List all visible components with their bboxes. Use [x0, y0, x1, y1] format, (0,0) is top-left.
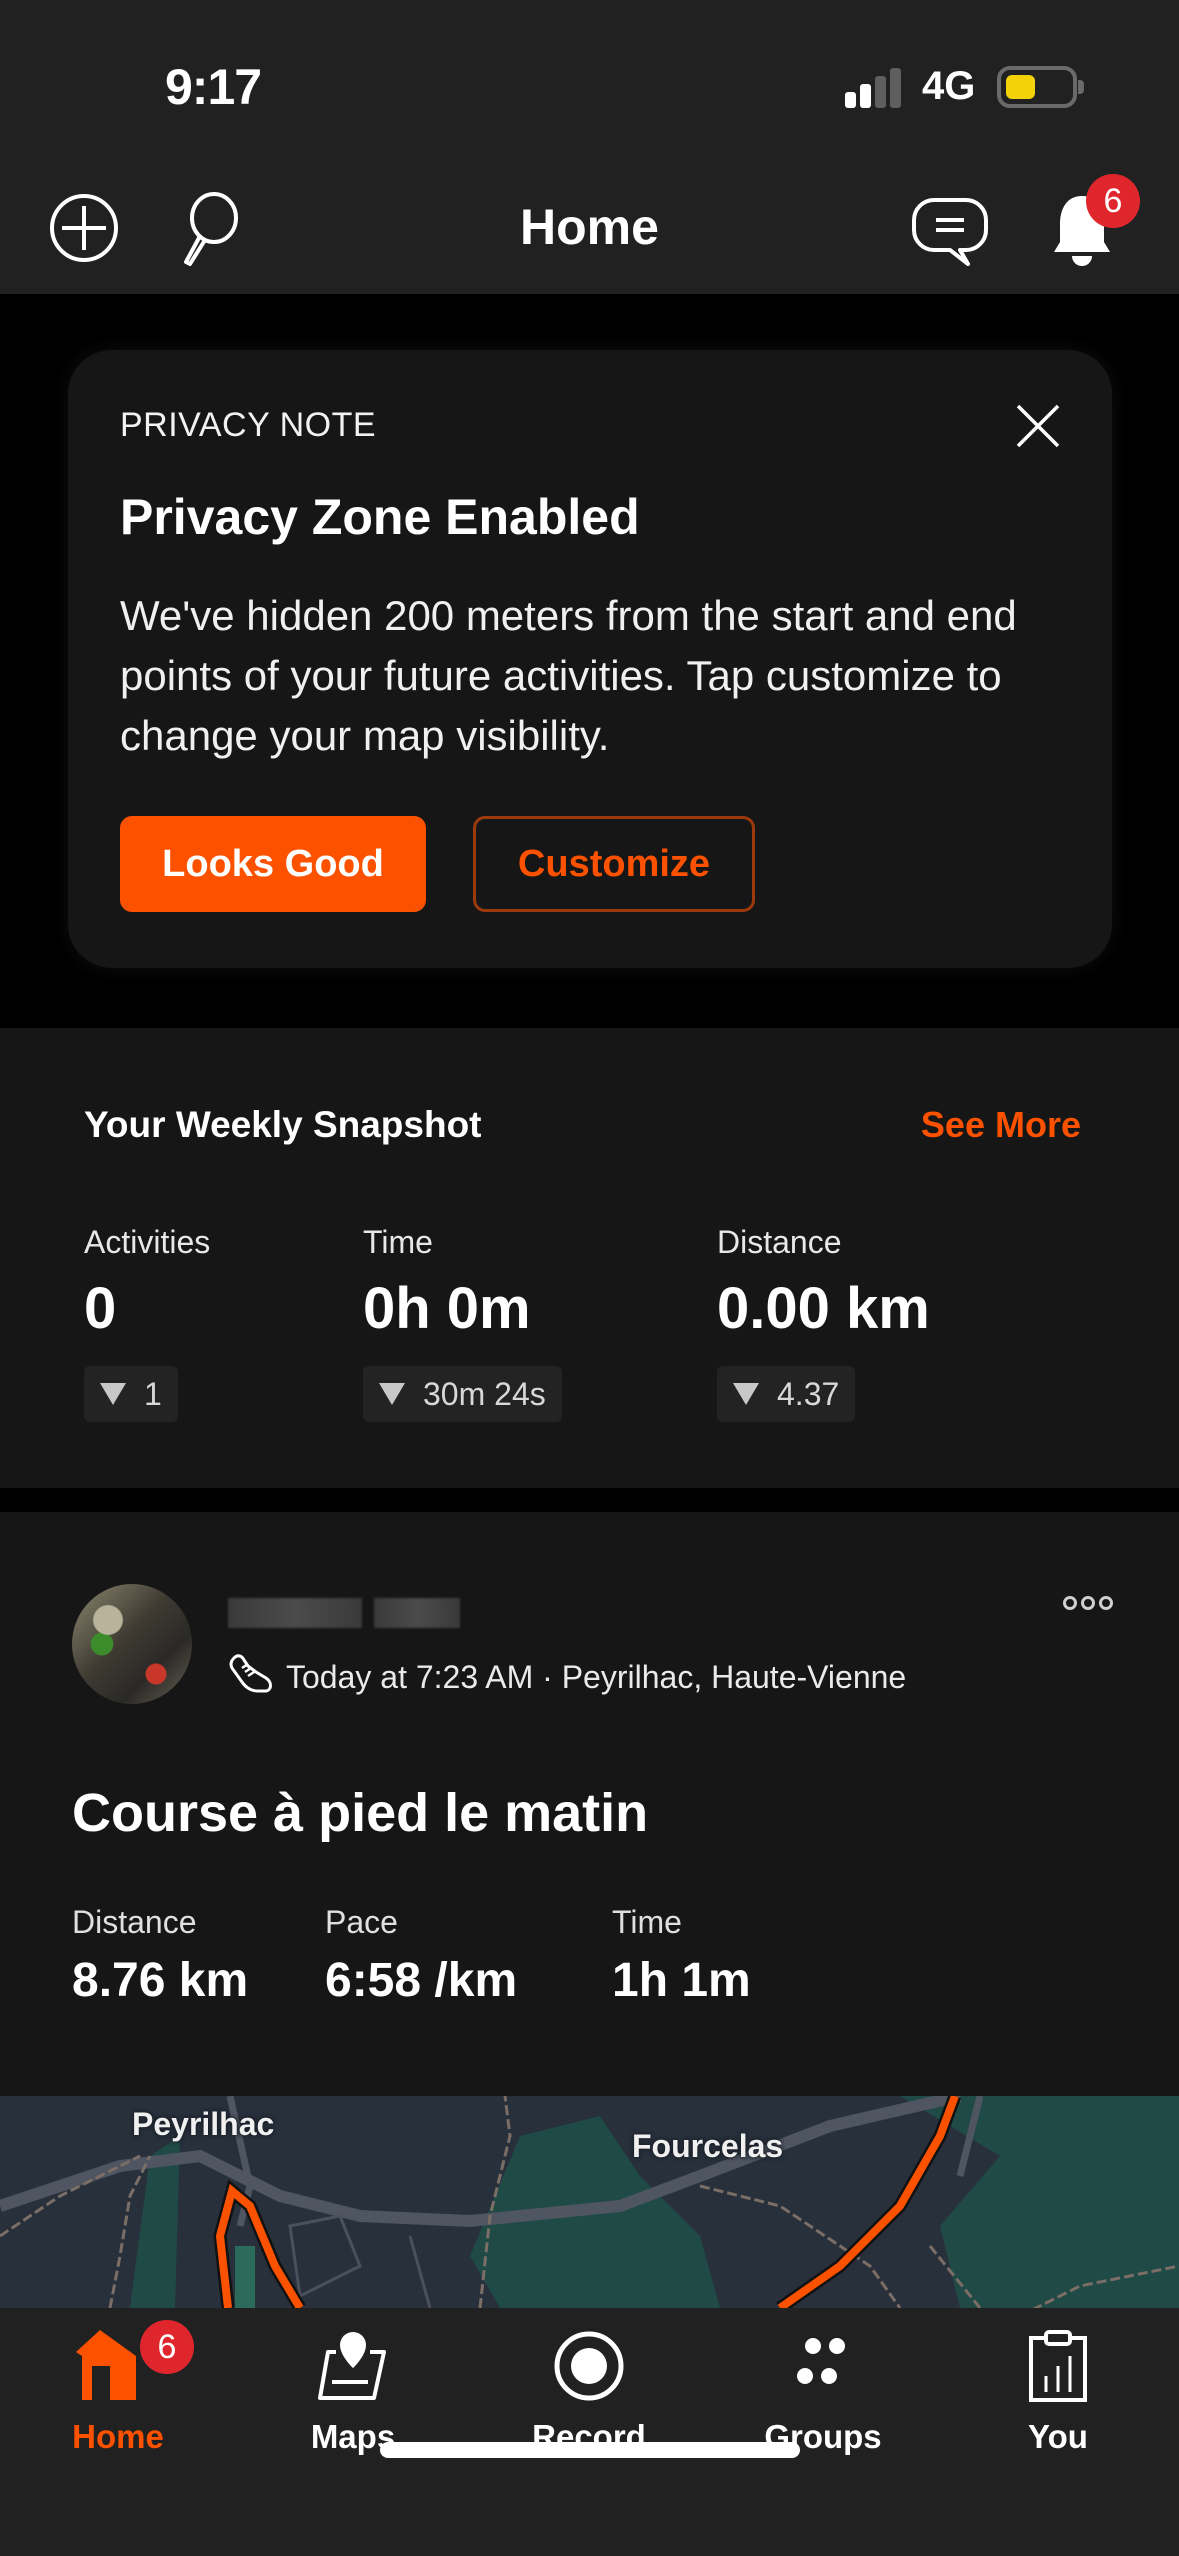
stat-label: Activities: [84, 1224, 211, 1260]
stat-delta: 30m 24s: [363, 1366, 562, 1422]
map-street: [288, 2214, 362, 2299]
activity-card[interactable]: Today at 7:23 AM · Peyrilhac, Haute-Vien…: [0, 1512, 1179, 2096]
clipboard-chart-icon: [1028, 2330, 1088, 2407]
map-label-peyrilhac: Peyrilhac: [132, 2106, 275, 2142]
tab-you[interactable]: You: [958, 2308, 1158, 2478]
privacy-body: We've hidden 200 meters from the start a…: [120, 592, 1017, 759]
snapshot-stat-distance: Distance 0.00 km 4.37: [717, 1224, 930, 1422]
stat-label: Time: [612, 1904, 682, 1940]
battery-level: [1006, 75, 1035, 99]
activity-stat-time: Time 1h 1m: [612, 1904, 751, 2008]
home-indicator[interactable]: [380, 2442, 800, 2458]
notification-badge: 6: [1086, 174, 1140, 228]
activity-title[interactable]: Course à pied le matin: [72, 1782, 648, 1844]
activity-stat-distance: Distance 8.76 km: [72, 1904, 248, 2008]
bottom-tab-bar: 6 Home Maps Record Groups You: [0, 2308, 1179, 2556]
page-title: Home: [520, 199, 659, 255]
athlete-name-redacted[interactable]: [374, 1598, 460, 1628]
tab-label: You: [1028, 2418, 1088, 2455]
stat-delta: 1: [84, 1366, 178, 1422]
route-outline: [776, 2096, 962, 2308]
home-badge: 6: [140, 2320, 194, 2374]
customize-button[interactable]: Customize: [473, 816, 755, 912]
privacy-section: PRIVACY NOTE Privacy Zone Enabled We've …: [0, 294, 1179, 1028]
network-type: 4G: [922, 64, 976, 108]
weekly-snapshot: Your Weekly Snapshot See More Activities…: [0, 1028, 1179, 1488]
athlete-name-redacted[interactable]: [228, 1598, 362, 1628]
status-bar: 9:17 4G: [0, 0, 1179, 170]
stat-value: 0.00 km: [717, 1276, 930, 1341]
tab-home[interactable]: 6 Home: [18, 2308, 218, 2478]
stat-label: Time: [363, 1224, 433, 1260]
snapshot-title: Your Weekly Snapshot: [84, 1104, 482, 1145]
activity-time-location: Today at 7:23 AM · Peyrilhac, Haute-Vien…: [286, 1658, 907, 1695]
section-divider: [0, 1488, 1179, 1512]
stat-delta: 4.37: [717, 1366, 856, 1422]
privacy-title: Privacy Zone Enabled: [120, 489, 640, 545]
stat-label: Distance: [72, 1904, 197, 1940]
see-more-link[interactable]: See More: [921, 1104, 1081, 1146]
tab-label: Home: [72, 2418, 164, 2455]
looks-good-button[interactable]: Looks Good: [120, 816, 426, 912]
map-label-fourcelas: Fourcelas: [632, 2128, 784, 2164]
record-icon: [553, 2330, 625, 2407]
top-navigation: Home 6: [0, 170, 1179, 294]
privacy-eyebrow: PRIVACY NOTE: [120, 406, 377, 444]
stat-label: Pace: [325, 1904, 398, 1940]
down-triangle-icon: [379, 1383, 405, 1405]
stat-delta-value: 30m 24s: [423, 1375, 546, 1412]
activity-meta: Today at 7:23 AM · Peyrilhac, Haute-Vien…: [228, 1652, 906, 1702]
stat-label: Distance: [717, 1224, 842, 1260]
route-line: [777, 2096, 959, 2308]
activity-stat-pace: Pace 6:58 /km: [325, 1904, 517, 2008]
stat-value: 0: [84, 1276, 117, 1341]
stat-value: 1h 1m: [612, 1954, 751, 2007]
privacy-note-card: PRIVACY NOTE Privacy Zone Enabled We've …: [68, 350, 1112, 968]
map-park-area: [235, 2246, 255, 2308]
more-options-icon[interactable]: [1063, 1596, 1113, 1610]
athlete-avatar[interactable]: [72, 1584, 192, 1704]
groups-icon: [791, 2330, 855, 2399]
activity-map[interactable]: Peyrilhac Fourcelas: [0, 2096, 1179, 2308]
map-pin-icon: [318, 2330, 388, 2405]
stat-value: 8.76 km: [72, 1954, 249, 2007]
stat-delta-value: 4.37: [777, 1375, 840, 1412]
battery-nub: [1078, 80, 1084, 94]
snapshot-stat-activities: Activities 0 1: [84, 1224, 210, 1422]
battery-icon: [997, 66, 1077, 108]
running-shoe-icon: [228, 1652, 274, 1702]
stat-delta-value: 1: [144, 1375, 162, 1412]
map-street: [408, 2235, 432, 2308]
chat-icon[interactable]: [912, 196, 988, 271]
close-icon[interactable]: [1014, 402, 1062, 450]
status-time: 9:17: [165, 59, 262, 115]
down-triangle-icon: [733, 1383, 759, 1405]
down-triangle-icon: [100, 1383, 126, 1405]
snapshot-stat-time: Time 0h 0m 30m 24s: [363, 1224, 562, 1422]
stat-value: 0h 0m: [363, 1276, 531, 1341]
stat-value: 6:58 /km: [325, 1954, 518, 2007]
signal-strength-icon: [845, 68, 901, 108]
